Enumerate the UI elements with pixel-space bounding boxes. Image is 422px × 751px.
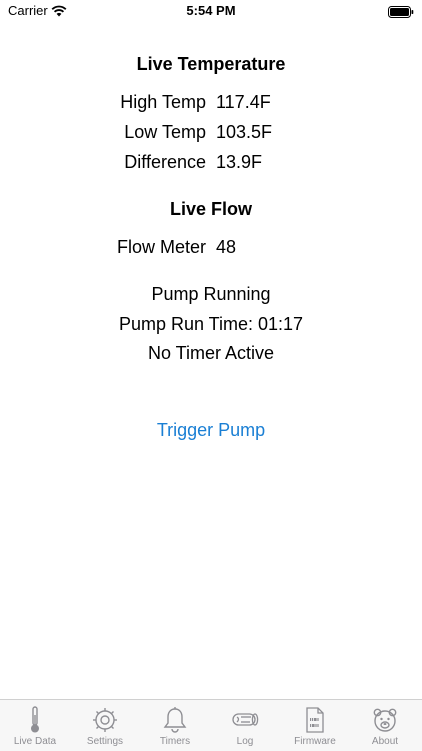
low-temp-label: Low Temp: [124, 122, 206, 142]
trigger-pump-button[interactable]: Trigger Pump: [150, 420, 272, 444]
tab-live-data[interactable]: Live Data: [0, 700, 70, 751]
bell-icon: [140, 706, 210, 734]
battery-icon: [388, 5, 414, 23]
tab-log[interactable]: Log: [210, 700, 280, 751]
tab-label: Log: [236, 736, 254, 747]
pump-status: Pump Running: [151, 284, 271, 304]
thermometer-icon: [0, 706, 70, 734]
tab-label: Settings: [86, 736, 124, 747]
firmware-file-icon: [280, 706, 350, 734]
difference-value: 13.9F: [216, 152, 263, 172]
gear-icon: [70, 706, 140, 734]
tab-label: About: [371, 736, 399, 747]
flow-meter-value: 48: [216, 237, 237, 257]
tab-settings[interactable]: Settings: [70, 700, 140, 751]
low-temp-row: Low Temp 103.5F: [0, 122, 422, 144]
bear-icon: [350, 706, 420, 734]
difference-label: Difference: [124, 152, 206, 172]
timer-status: No Timer Active: [147, 343, 275, 363]
tab-label: Firmware: [294, 736, 336, 747]
high-temp-label: High Temp: [120, 92, 206, 112]
status-bar: Carrier 5:54 PM: [0, 0, 422, 24]
high-temp-value: 117.4F: [216, 92, 271, 112]
flow-meter-label: Flow Meter: [116, 237, 206, 257]
log-icon: [210, 706, 280, 734]
pump-run-time: Pump Run Time: 01:17: [118, 314, 304, 334]
low-temp-value: 103.5F: [216, 122, 273, 142]
live-temperature-heading: Live Temperature: [136, 54, 286, 74]
status-time: 5:54 PM: [186, 3, 236, 18]
tab-label: Live Data: [13, 736, 57, 747]
tab-timers[interactable]: Timers: [140, 700, 210, 751]
tab-about[interactable]: About: [350, 700, 420, 751]
high-temp-row: High Temp 117.4F: [0, 92, 422, 114]
tab-firmware[interactable]: Firmware: [280, 700, 350, 751]
live-flow-heading: Live Flow: [169, 199, 252, 219]
tab-label: Timers: [159, 736, 191, 747]
flow-meter-row: Flow Meter 48: [0, 237, 422, 259]
tab-bar: Live Data Settings Timers Log Firmware A…: [0, 699, 422, 751]
difference-row: Difference 13.9F: [0, 152, 422, 174]
